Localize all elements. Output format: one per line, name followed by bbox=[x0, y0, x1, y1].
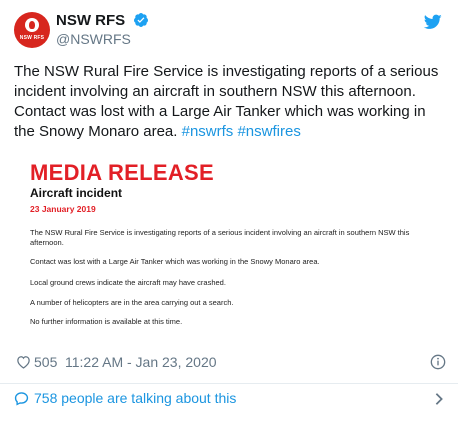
media-release-paragraph: The NSW Rural Fire Service is investigat… bbox=[30, 228, 410, 247]
divider bbox=[0, 383, 458, 384]
hashtag-nswrfs[interactable]: #nswrfs bbox=[182, 123, 234, 140]
embedded-tweet: NSW RFS NSW RFS @NSWRFS The NSW Rural Fi… bbox=[0, 0, 458, 422]
author-names[interactable]: NSW RFS @NSWRFS bbox=[56, 12, 149, 48]
twitter-bird-icon[interactable] bbox=[424, 14, 442, 30]
media-release-paragraph: No further information is available at t… bbox=[30, 317, 183, 326]
media-release-title: MEDIA RELEASE bbox=[30, 160, 214, 185]
display-name[interactable]: NSW RFS bbox=[56, 12, 125, 30]
timestamp[interactable]: 11:22 AM - Jan 23, 2020 bbox=[65, 353, 217, 371]
comment-icon bbox=[14, 392, 29, 406]
tweet-text: The NSW Rural Fire Service is investigat… bbox=[14, 62, 446, 142]
conversation-link[interactable]: 758 people are talking about this bbox=[14, 388, 446, 408]
media-release-paragraph: Local ground crews indicate the aircraft… bbox=[30, 278, 226, 287]
tweet-meta: 505 11:22 AM - Jan 23, 2020 bbox=[14, 353, 446, 371]
info-icon[interactable] bbox=[430, 354, 446, 370]
hashtag-nswfires[interactable]: #nswfires bbox=[237, 123, 300, 140]
rfs-logo-icon bbox=[25, 18, 39, 32]
media-release-image[interactable]: MEDIA RELEASE Aircraft incident 23 Janua… bbox=[14, 150, 444, 340]
like-count[interactable]: 505 bbox=[34, 353, 57, 371]
media-release-paragraph: Contact was lost with a Large Air Tanker… bbox=[30, 257, 320, 266]
avatar-logo-text: NSW RFS bbox=[19, 35, 45, 41]
verified-badge-icon bbox=[133, 13, 148, 27]
media-release-date: 23 January 2019 bbox=[30, 204, 96, 214]
heart-icon[interactable] bbox=[16, 355, 31, 369]
handle[interactable]: @NSWRFS bbox=[56, 30, 149, 48]
conversation-label[interactable]: 758 people are talking about this bbox=[34, 388, 236, 408]
media-release-heading: Aircraft incident bbox=[30, 186, 123, 200]
media-release-paragraph: A number of helicopters are in the area … bbox=[30, 298, 234, 307]
tweet-header: NSW RFS NSW RFS @NSWRFS bbox=[14, 12, 444, 48]
avatar[interactable]: NSW RFS bbox=[14, 12, 50, 48]
chevron-right-icon[interactable] bbox=[434, 392, 444, 406]
